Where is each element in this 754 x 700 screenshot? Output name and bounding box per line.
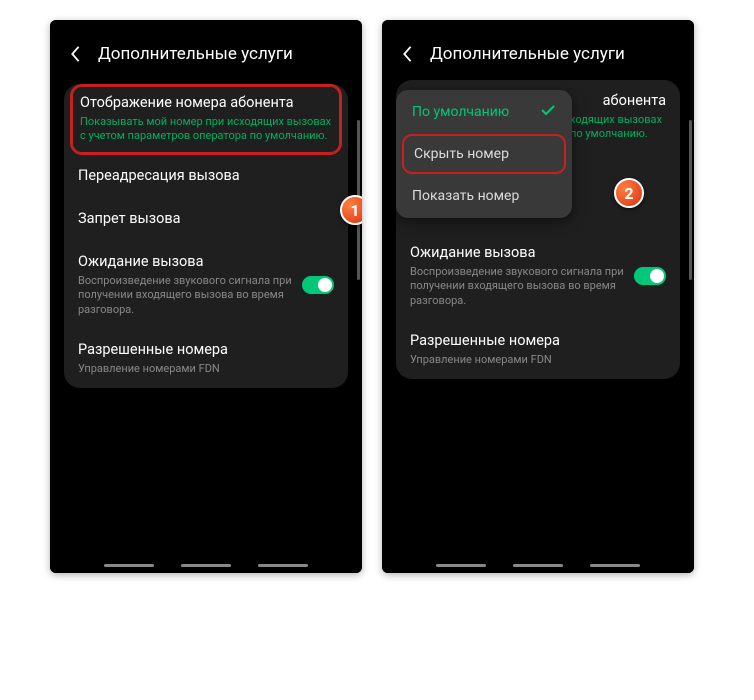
waiting-item[interactable]: Ожидание вызова Воспроизведение звуковог… [78,241,334,329]
fixed-item[interactable]: Разрешенные номера Управление номерами F… [410,320,666,379]
page-title: Дополнительные услуги [430,44,625,64]
nav-bar [50,564,362,567]
forwarding-item[interactable]: Переадресация вызова [78,155,334,198]
settings-panel: Отображение номера абонента Показывать м… [64,84,348,388]
nav-back[interactable] [258,564,308,567]
popup-option-show[interactable]: Показать номер [396,176,572,216]
caller-id-title: Отображение номера абонента [80,94,332,113]
popup-show-label: Показать номер [412,188,519,204]
waiting-text: Ожидание вызова Воспроизведение звуковог… [410,244,634,308]
waiting-sub: Воспроизведение звукового сигнала при по… [410,265,624,308]
popup-default-label: По умолчанию [412,104,509,120]
phone-right: Дополнительные услуги абонента ходящих в… [382,20,694,573]
fixed-title: Разрешенные номера [78,341,334,360]
scrollbar[interactable] [689,120,692,280]
header: Дополнительные услуги [382,20,694,80]
waiting-toggle[interactable] [302,276,334,294]
step-badge-1: 1 [340,195,362,225]
back-icon[interactable] [398,45,416,63]
back-icon[interactable] [66,45,84,63]
header: Дополнительные услуги [50,20,362,80]
barring-item[interactable]: Запрет вызова [78,198,334,241]
caller-id-sub-partial: ходящих вызовах по умолчанию. [570,113,666,142]
caller-id-sub: Показывать мой номер при исходящих вызов… [80,115,332,144]
popup-option-hide[interactable]: Скрыть номер [402,134,566,174]
nav-bar [382,564,694,567]
barring-title: Запрет вызова [78,210,334,229]
content: Отображение номера абонента Показывать м… [50,84,362,388]
waiting-item[interactable]: Ожидание вызова Воспроизведение звуковог… [410,232,666,320]
popup-hide-label: Скрыть номер [414,146,509,162]
check-icon [540,104,556,120]
waiting-toggle[interactable] [634,267,666,285]
waiting-sub: Воспроизведение звукового сигнала при по… [78,274,292,317]
screen-right: Дополнительные услуги абонента ходящих в… [382,20,694,573]
forwarding-title: Переадресация вызова [78,167,334,186]
waiting-title: Ожидание вызова [78,253,292,272]
step-badge-2: 2 [614,178,644,208]
popup-option-default[interactable]: По умолчанию [396,92,572,132]
nav-recent[interactable] [104,564,154,567]
nav-back[interactable] [590,564,640,567]
caller-id-item[interactable]: Отображение номера абонента Показывать м… [70,84,342,155]
waiting-text: Ожидание вызова Воспроизведение звуковог… [78,253,302,317]
fixed-sub: Управление номерами FDN [410,353,666,367]
phone-left: Дополнительные услуги Отображение номера… [50,20,362,573]
fixed-title: Разрешенные номера [410,332,666,351]
page-title: Дополнительные услуги [98,44,293,64]
caller-id-popup: По умолчанию Скрыть номер Показать номер [396,90,572,218]
fixed-item[interactable]: Разрешенные номера Управление номерами F… [78,329,334,388]
screen-left: Дополнительные услуги Отображение номера… [50,20,362,573]
fixed-sub: Управление номерами FDN [78,362,334,376]
nav-home[interactable] [181,564,231,567]
nav-recent[interactable] [436,564,486,567]
waiting-title: Ожидание вызова [410,244,624,263]
nav-home[interactable] [513,564,563,567]
caller-id-title-partial: абонента [570,92,666,111]
